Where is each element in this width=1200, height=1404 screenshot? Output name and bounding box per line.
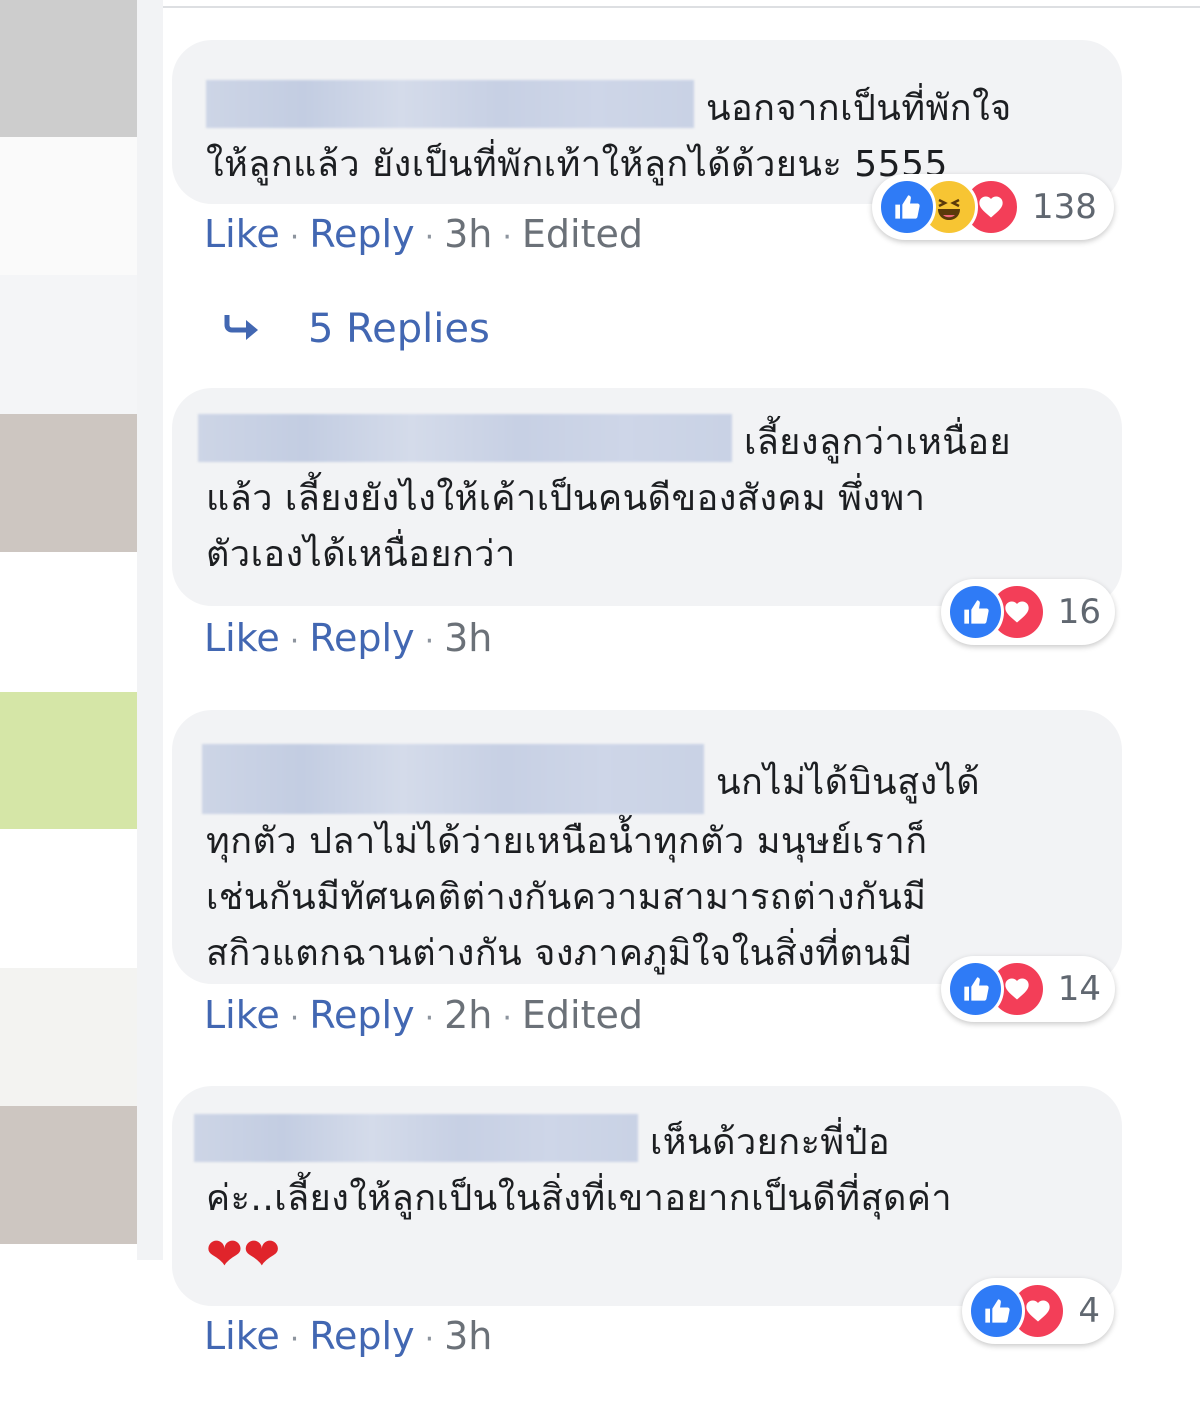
avatar[interactable] (0, 414, 137, 552)
replies-label: 5 Replies (308, 306, 490, 352)
avatar[interactable] (0, 692, 137, 829)
comment-bubble: นกไม่ได้บินสูงได้ ทุกตัว ปลาไม่ได้ว่ายเห… (172, 710, 1122, 984)
like-link[interactable]: Like (204, 616, 280, 660)
edited-label[interactable]: Edited (522, 993, 643, 1037)
like-icon (968, 1282, 1026, 1340)
comment-actions: Like · Reply · 3h · Edited (204, 212, 644, 256)
timestamp[interactable]: 3h (444, 616, 492, 660)
reply-link[interactable]: Reply (309, 993, 414, 1037)
avatar-strip (0, 137, 137, 275)
timestamp[interactable]: 3h (444, 212, 492, 256)
edited-label[interactable]: Edited (522, 212, 643, 256)
comment-actions: Like · Reply · 3h (204, 1314, 493, 1358)
reaction-summary[interactable]: 16 (941, 579, 1115, 645)
avatar-strip (0, 968, 137, 1106)
comment-bubble: เลี้ยงลูกว่าเหนื่อย แล้ว เลี้ยงยังไงให้เ… (172, 388, 1122, 606)
author-name[interactable] (198, 414, 732, 462)
reaction-count: 138 (1032, 187, 1097, 227)
divider (163, 6, 1200, 8)
author-name[interactable] (194, 1114, 638, 1162)
timestamp[interactable]: 2h (444, 993, 492, 1037)
reaction-summary[interactable]: 138 (872, 174, 1114, 240)
view-replies-link[interactable]: 5 Replies (224, 306, 490, 352)
like-link[interactable]: Like (204, 1314, 280, 1358)
reaction-count: 4 (1078, 1291, 1100, 1331)
avatar-strip (0, 0, 137, 137)
author-name[interactable] (206, 80, 694, 128)
reaction-summary[interactable]: 14 (941, 956, 1115, 1022)
reply-link[interactable]: Reply (309, 616, 414, 660)
reaction-count: 14 (1057, 969, 1101, 1009)
like-icon (878, 178, 936, 236)
avatar-strip (0, 275, 137, 414)
comment-actions: Like · Reply · 3h (204, 616, 493, 660)
reply-link[interactable]: Reply (309, 1314, 414, 1358)
reaction-summary[interactable]: 4 (962, 1278, 1114, 1344)
like-icon (947, 960, 1005, 1018)
avatar-strip (0, 552, 137, 692)
avatar-gutter (137, 0, 163, 1260)
reaction-count: 16 (1057, 592, 1101, 632)
reply-arrow-icon (224, 306, 262, 352)
like-link[interactable]: Like (204, 212, 280, 256)
comment-actions: Like · Reply · 2h · Edited (204, 993, 644, 1037)
author-name[interactable] (202, 744, 704, 814)
like-icon (947, 583, 1005, 641)
avatar-strip (0, 829, 137, 968)
comment-bubble: เห็นด้วยกะพี่ป๋อ ค่ะ..เลี้ยงให้ลูกเป็นใน… (172, 1086, 1122, 1306)
reply-link[interactable]: Reply (309, 212, 414, 256)
avatar[interactable] (0, 1106, 137, 1244)
like-link[interactable]: Like (204, 993, 280, 1037)
timestamp[interactable]: 3h (444, 1314, 492, 1358)
